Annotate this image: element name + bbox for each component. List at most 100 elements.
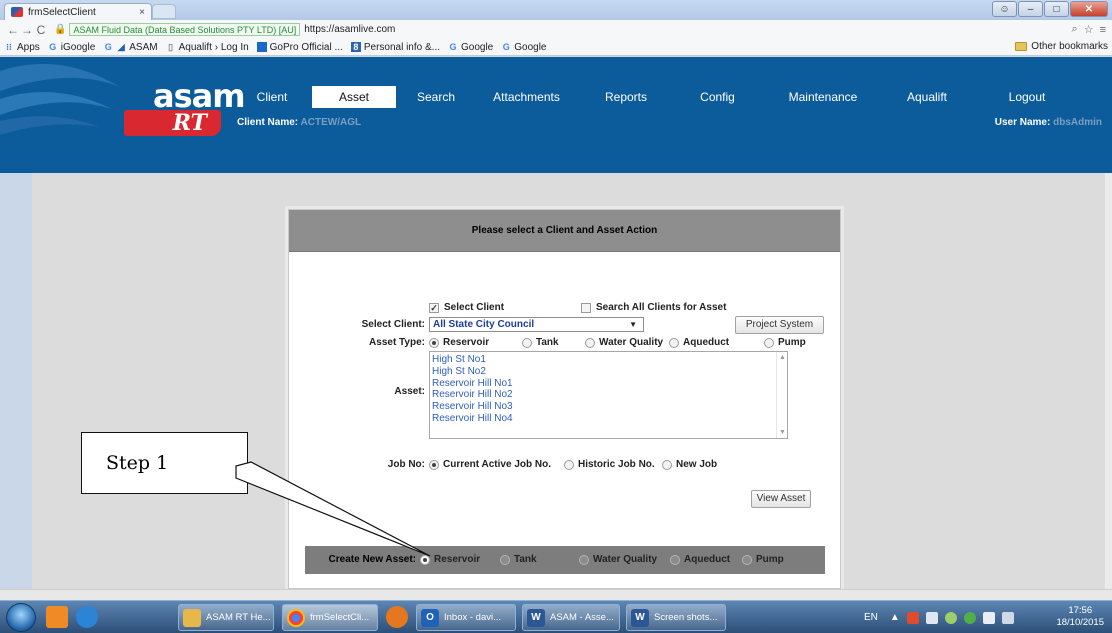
tray-app-icon[interactable]: [906, 611, 919, 624]
taskbar-item-outlook[interactable]: O Inbox - davi...: [416, 604, 516, 631]
scroll-down-icon[interactable]: ▼: [779, 429, 786, 436]
system-clock[interactable]: 17:56 18/10/2015: [1056, 605, 1104, 629]
job-new-radio[interactable]: New Job: [662, 459, 717, 470]
tray-status-icon[interactable]: [963, 611, 976, 624]
bookmark-personal-info[interactable]: 8 Personal info &...: [350, 42, 440, 53]
word-icon: W: [631, 608, 649, 627]
radio-icon: [585, 337, 595, 348]
menu-reports[interactable]: Reports: [577, 86, 675, 108]
system-tray: EN ▲: [864, 605, 1014, 630]
create-reservoir-radio[interactable]: Reservoir: [420, 554, 480, 565]
menu-asset[interactable]: Asset: [312, 86, 396, 108]
page-horizontal-scrollbar[interactable]: [0, 589, 1112, 600]
language-indicator[interactable]: EN: [864, 612, 878, 623]
checkbox-checked-icon: ✓: [429, 302, 439, 313]
list-item[interactable]: High St No2: [432, 366, 785, 378]
radio-icon: [742, 554, 752, 565]
chrome-menu-icon[interactable]: ≡: [1100, 24, 1106, 36]
url-text[interactable]: https://asamlive.com: [304, 24, 395, 35]
asset-listbox[interactable]: High St No1 High St No2 Reservoir Hill N…: [429, 351, 788, 439]
menu-logout[interactable]: Logout: [968, 86, 1086, 108]
listbox-scrollbar[interactable]: ▲ ▼: [776, 352, 787, 438]
search-all-clients-checkbox[interactable]: Search All Clients for Asset: [581, 302, 726, 313]
internet-explorer-icon[interactable]: [76, 606, 98, 628]
omnibox[interactable]: 🔒 ASAM Fluid Data (Data Based Solutions …: [54, 22, 1066, 38]
taskbar-item-word-screenshots[interactable]: W Screen shots...: [626, 604, 726, 631]
bookmark-asam[interactable]: G ◢ ASAM: [103, 41, 158, 53]
back-arrow-icon[interactable]: ←: [6, 23, 20, 37]
user-icon[interactable]: ☺: [992, 1, 1017, 17]
taskbar-item-label: frmSelectCli...: [310, 612, 370, 623]
reload-icon[interactable]: C: [34, 23, 48, 37]
list-item[interactable]: Reservoir Hill No1: [432, 378, 785, 390]
tab-title: frmSelectClient: [28, 6, 96, 18]
create-aqueduct-radio[interactable]: Aqueduct: [670, 554, 730, 565]
bookmark-label: ASAM: [129, 41, 158, 53]
certificate-label[interactable]: ASAM Fluid Data (Data Based Solutions PT…: [69, 23, 301, 36]
firefox-icon[interactable]: [386, 606, 408, 628]
list-item[interactable]: Reservoir Hill No3: [432, 401, 785, 413]
address-bar: ← → C 🔒 ASAM Fluid Data (Data Based Solu…: [0, 20, 1112, 39]
create-tank-radio[interactable]: Tank: [500, 554, 537, 565]
close-window-icon[interactable]: ✕: [1070, 1, 1108, 17]
bookmark-gopro[interactable]: GoPro Official ...: [256, 42, 343, 53]
forward-arrow-icon[interactable]: →: [20, 23, 34, 37]
taskbar-item-word-asam[interactable]: W ASAM - Asse...: [522, 604, 620, 631]
job-historic-radio[interactable]: Historic Job No.: [564, 459, 655, 470]
list-item[interactable]: Reservoir Hill No2: [432, 389, 785, 401]
zoom-icon[interactable]: ⌕: [1072, 23, 1078, 36]
job-current-active-radio[interactable]: Current Active Job No.: [429, 459, 551, 470]
radio-icon: [500, 554, 510, 565]
menu-config[interactable]: Config: [675, 86, 760, 108]
page-vertical-scrollbar[interactable]: [1105, 173, 1112, 589]
office-icon[interactable]: [46, 606, 68, 628]
project-system-button[interactable]: Project System: [735, 316, 824, 334]
tray-expand-icon[interactable]: ▲: [890, 612, 900, 623]
tray-grid-icon[interactable]: [925, 611, 938, 624]
radio-icon: [522, 337, 532, 348]
taskbar-item-asam-help[interactable]: ASAM RT He...: [178, 604, 274, 631]
select-client-value: All State City Council: [433, 319, 535, 330]
select-client-dropdown[interactable]: All State City Council ▼: [429, 317, 644, 332]
action-center-flag-icon[interactable]: [982, 611, 995, 624]
other-bookmarks[interactable]: Other bookmarks: [1015, 41, 1108, 52]
list-item[interactable]: High St No1: [432, 354, 785, 366]
client-asset-panel: Please select a Client and Asset Action …: [288, 209, 841, 589]
create-pump-radio[interactable]: Pump: [742, 554, 784, 565]
view-asset-button[interactable]: View Asset: [751, 490, 811, 508]
start-button-icon[interactable]: [6, 603, 36, 632]
browser-tab[interactable]: frmSelectClient ×: [4, 3, 152, 20]
radio-label: Water Quality: [599, 337, 664, 348]
menu-maintenance[interactable]: Maintenance: [760, 86, 886, 108]
scroll-up-icon[interactable]: ▲: [779, 354, 786, 361]
menu-client[interactable]: Client: [232, 86, 312, 108]
bookmark-aqualift[interactable]: ▯ Aqualift › Log In: [166, 42, 249, 53]
network-signal-icon[interactable]: [1001, 611, 1014, 624]
radio-label: Reservoir: [434, 554, 481, 565]
bookmark-apps[interactable]: ⁝⁝ Apps: [4, 42, 40, 53]
menu-search[interactable]: Search: [396, 86, 476, 108]
asset-type-tank-radio[interactable]: Tank: [522, 337, 559, 348]
bookmark-google-1[interactable]: G Google: [448, 42, 493, 53]
asset-type-reservoir-radio[interactable]: Reservoir: [429, 337, 489, 348]
tab-close-icon[interactable]: ×: [139, 7, 145, 18]
asset-type-water-quality-radio[interactable]: Water Quality: [585, 337, 663, 348]
tray-sync-icon[interactable]: [944, 611, 957, 624]
dropdown-arrow-icon: ▼: [629, 320, 637, 329]
bookmark-igoogle[interactable]: G iGoogle: [48, 42, 95, 53]
select-client-checkbox[interactable]: ✓ Select Client: [429, 302, 504, 313]
create-water-quality-radio[interactable]: Water Quality: [579, 554, 657, 565]
menu-aqualift[interactable]: Aqualift: [886, 86, 968, 108]
asam-icon: ◢: [117, 41, 125, 52]
bookmark-google-2[interactable]: G Google: [501, 42, 547, 53]
list-item[interactable]: Reservoir Hill No4: [432, 413, 785, 425]
asam-favicon-icon: [11, 7, 23, 17]
maximize-icon[interactable]: □: [1044, 1, 1069, 17]
taskbar-item-chrome[interactable]: frmSelectCli...: [282, 604, 378, 631]
minimize-icon[interactable]: –: [1018, 1, 1043, 17]
new-tab-button[interactable]: [152, 4, 176, 19]
asset-type-pump-radio[interactable]: Pump: [764, 337, 806, 348]
star-icon[interactable]: ☆: [1084, 23, 1094, 36]
asset-type-aqueduct-radio[interactable]: Aqueduct: [669, 337, 729, 348]
menu-attachments[interactable]: Attachments: [476, 86, 577, 108]
